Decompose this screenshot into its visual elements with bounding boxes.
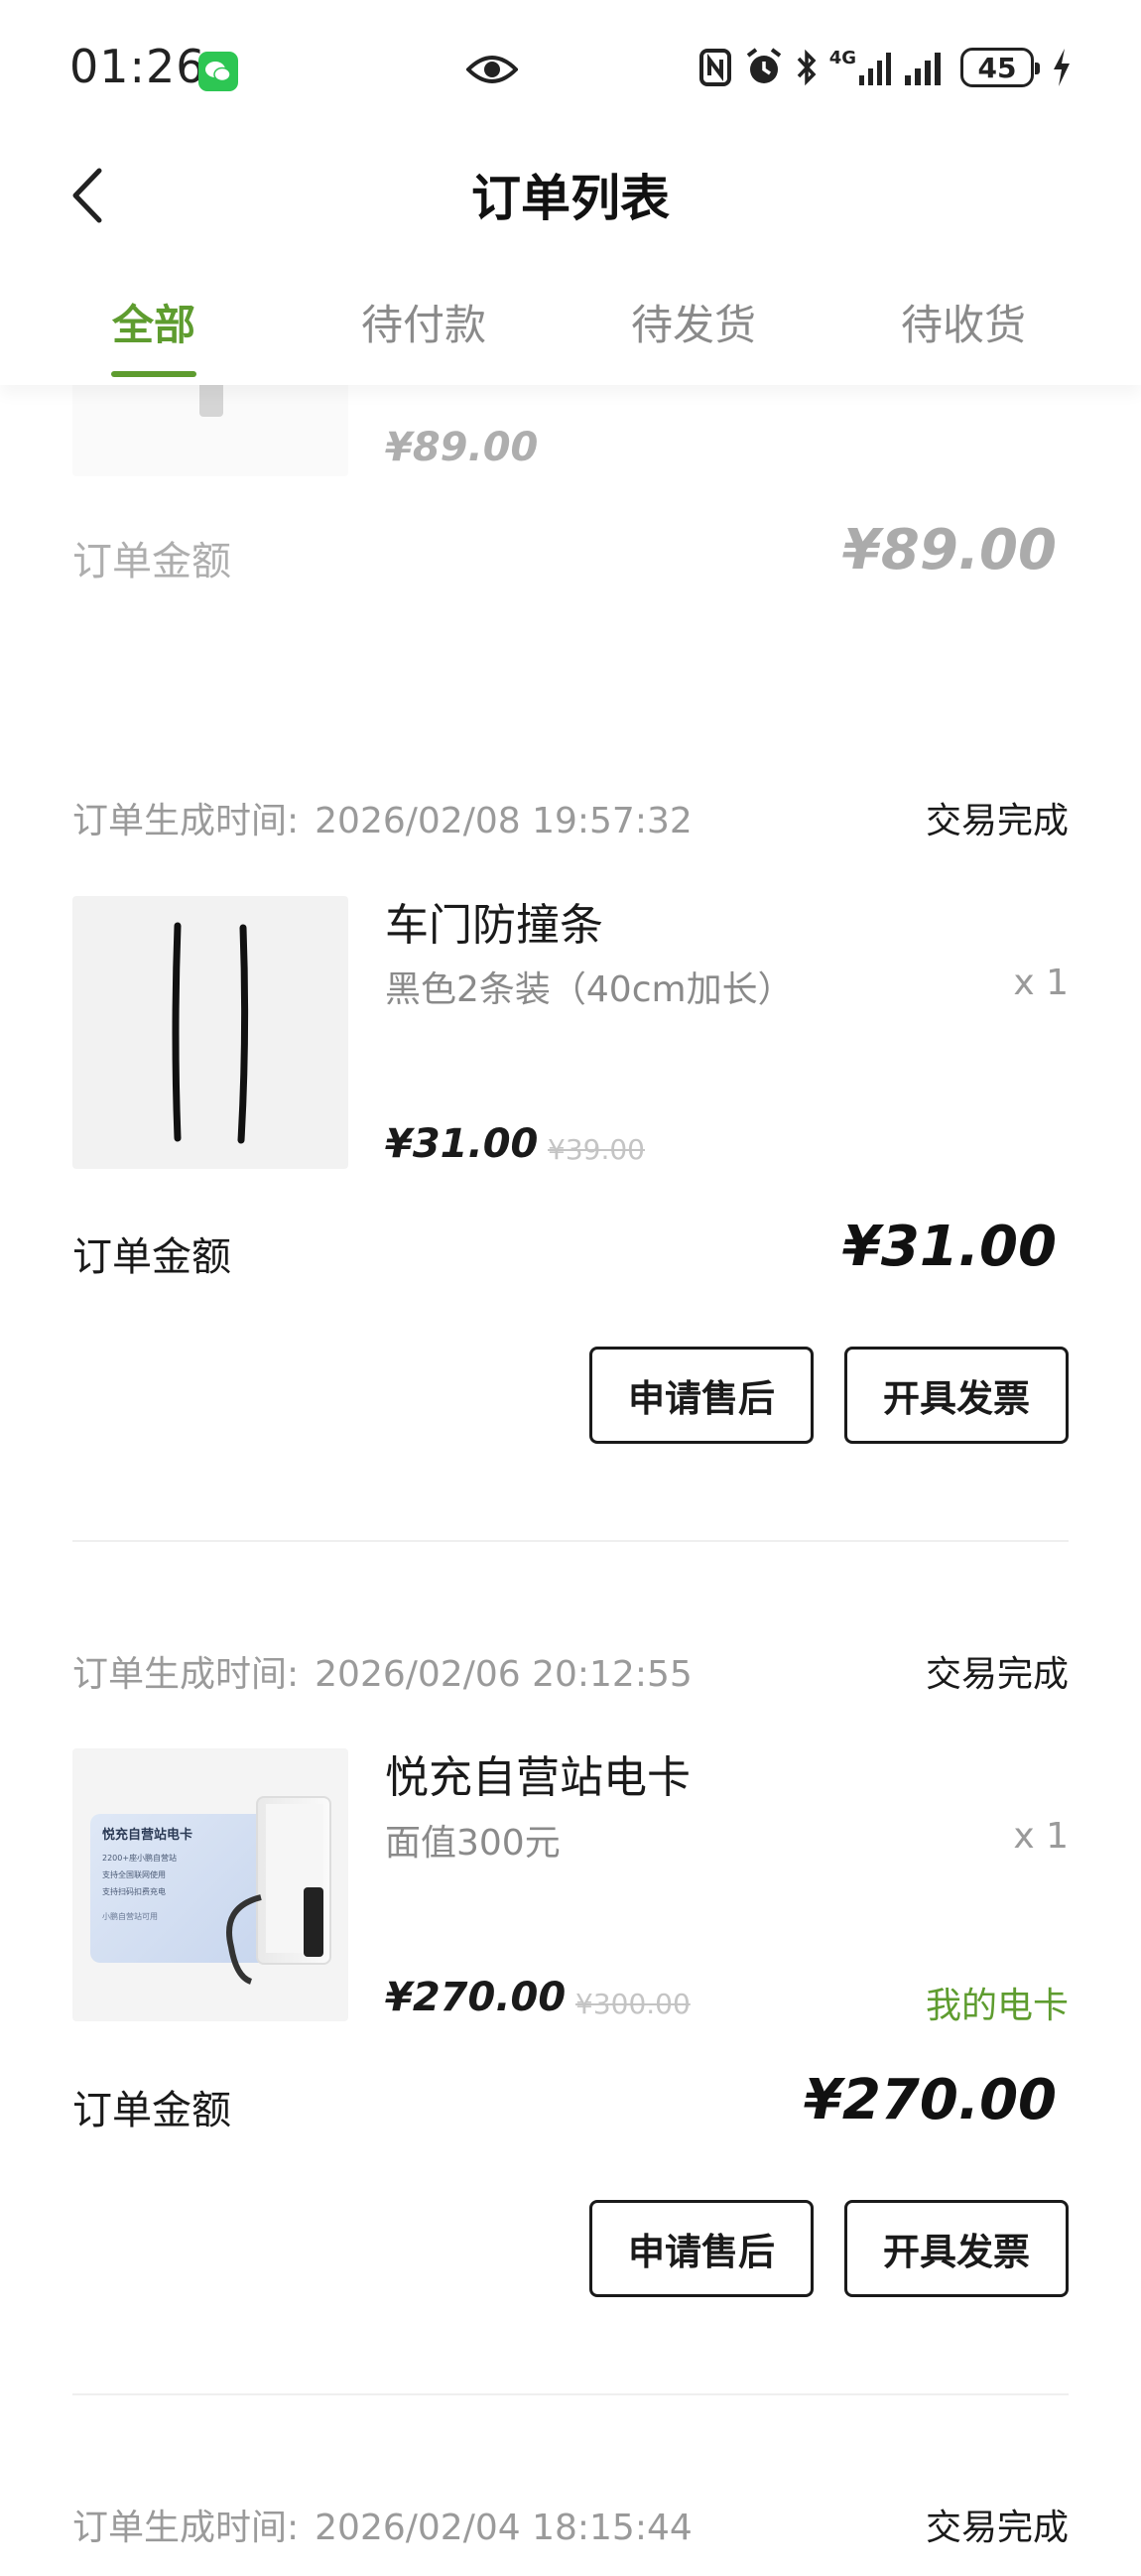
order-time: 订单生成时间: 2026/02/08 19:57:32: [72, 792, 693, 843]
wechat-icon: [198, 52, 238, 91]
after-sales-button[interactable]: 申请售后: [589, 1347, 814, 1444]
product-thumbnail[interactable]: 悦充自营站电卡 2200+座小鹏自营站 支持全国联网使用 支持扫码扣费充电 小鹏…: [72, 1748, 348, 2021]
tab-pending-receipt[interactable]: 待收货: [854, 292, 1073, 352]
tab-bar: 全部 待付款 待发货 待收货: [0, 278, 1141, 385]
product-original-price: ¥300.00: [575, 1988, 691, 2020]
order-time: 订单生成时间: 2026/02/04 18:15:44: [72, 2499, 693, 2550]
charging-icon: [1054, 49, 1070, 86]
signal-4g-icon: 4G: [829, 50, 893, 85]
bluetooth-icon: [797, 49, 817, 86]
order-amount-label: 订单金额: [72, 539, 231, 584]
product-price: ¥89.00: [385, 425, 539, 470]
order-time-label: 订单生成时间:: [72, 1654, 300, 1695]
product-name: 悦充自营站电卡: [385, 1752, 691, 1803]
product-spec: 面值300元: [385, 1823, 561, 1864]
battery-icon: 45: [960, 48, 1040, 87]
status-bar: 01:26 4G 45: [0, 0, 1141, 139]
eye-icon: [465, 50, 519, 93]
order-time-label: 订单生成时间:: [72, 2508, 300, 2548]
cable-image: [226, 1894, 262, 1985]
alarm-icon: [746, 48, 781, 83]
order-status: 交易完成: [925, 801, 1069, 841]
status-icons: 4G 45: [698, 48, 1072, 87]
signal-icon: [905, 53, 941, 85]
door-guard-strip-image: [172, 922, 249, 1144]
product-price: ¥31.00: [385, 1121, 539, 1167]
tab-all[interactable]: 全部: [45, 292, 263, 352]
product-quantity: x 1: [1013, 963, 1069, 1003]
product-original-price: ¥39.00: [548, 1133, 645, 1166]
product-price: ¥270.00: [385, 1975, 567, 2020]
order-amount: ¥270.00: [803, 2068, 1057, 2132]
tab-pending-payment[interactable]: 待付款: [315, 292, 533, 352]
order-time-value: 2026/02/08 19:57:32: [315, 801, 693, 841]
product-name: 车门防撞条: [385, 900, 603, 951]
status-time: 01:26: [69, 40, 206, 93]
tab-active-indicator: [111, 371, 196, 377]
signal-4g-label: 4G: [828, 48, 856, 68]
order-status: 交易完成: [925, 1654, 1069, 1695]
order-amount-label: 订单金额: [72, 2088, 231, 2133]
page-title: 订单列表: [471, 170, 670, 227]
order-time-value: 2026/02/06 20:12:55: [315, 1654, 693, 1695]
product-quantity: x 1: [1013, 1816, 1069, 1857]
tab-pending-shipment[interactable]: 待发货: [584, 292, 803, 352]
order-amount: ¥89.00: [841, 518, 1057, 582]
order-amount-label: 订单金额: [72, 1234, 231, 1280]
order-divider: [72, 1540, 1069, 1542]
order-amount: ¥31.00: [841, 1215, 1057, 1279]
product-spec: 黑色2条装（40cm加长）: [385, 969, 794, 1010]
nfc-icon: [698, 49, 731, 86]
order-divider: [72, 2393, 1069, 2395]
order-time: 订单生成时间: 2026/02/06 20:12:55: [72, 1645, 693, 1697]
issue-invoice-button[interactable]: 开具发票: [844, 1347, 1069, 1444]
product-thumbnail[interactable]: [72, 896, 348, 1169]
my-charging-card-link[interactable]: 我的电卡: [926, 1977, 1069, 2028]
issue-invoice-button[interactable]: 开具发票: [844, 2200, 1069, 2297]
order-time-value: 2026/02/04 18:15:44: [315, 2508, 693, 2548]
after-sales-button[interactable]: 申请售后: [589, 2200, 814, 2297]
order-status: 交易完成: [925, 2508, 1069, 2548]
order-time-label: 订单生成时间:: [72, 801, 300, 841]
